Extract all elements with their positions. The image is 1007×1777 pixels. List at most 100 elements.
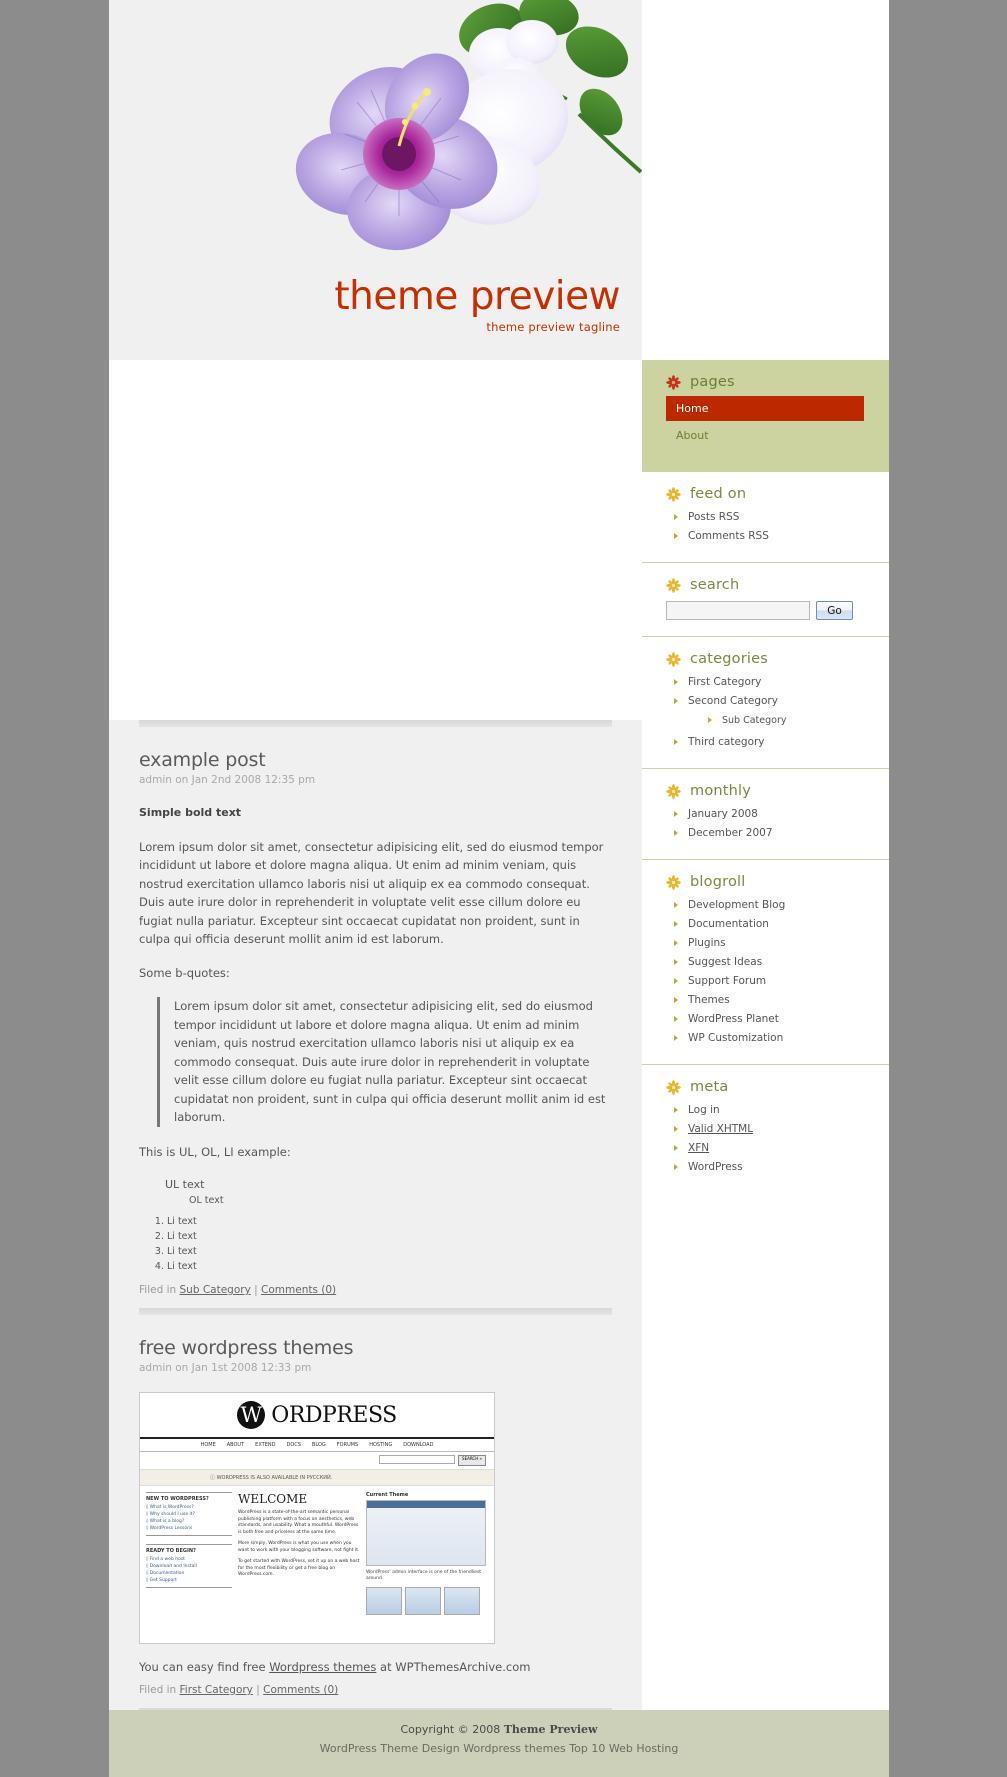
list-item[interactable]: Sub Category	[706, 711, 889, 730]
list-item[interactable]: Development Blog	[672, 896, 889, 915]
wp-theme-tiles	[366, 1587, 486, 1615]
list-item[interactable]: Second Category Sub Category	[672, 692, 889, 733]
blogroll-link-documentation[interactable]: Documentation	[688, 918, 769, 930]
page-item-home[interactable]: Home	[666, 396, 889, 421]
list-item[interactable]: WP Customization	[672, 1029, 889, 1048]
list-item[interactable]: Valid XHTML	[672, 1120, 889, 1139]
arrow-bullet-icon	[674, 830, 678, 836]
blogroll-link-support-forum[interactable]: Support Forum	[688, 975, 766, 987]
site-header: theme preview theme preview tagline	[109, 0, 642, 360]
blogroll-link-development-blog[interactable]: Development Blog	[688, 899, 785, 911]
search-input[interactable]	[666, 601, 810, 620]
star-icon	[666, 486, 681, 502]
sidebar-heading-label: pages	[690, 374, 735, 390]
wp-right-column: Current Theme WordPress' admin interface…	[366, 1492, 486, 1615]
arrow-bullet-icon	[674, 739, 678, 745]
meta-link-valid-xhtml[interactable]: Valid XHTML	[688, 1123, 753, 1135]
sidebar-heading-feed: feed on	[666, 486, 889, 502]
categories-list: First Category Second Category Sub Categ…	[666, 673, 889, 752]
category-link-third[interactable]: Third category	[688, 736, 765, 748]
archive-link-dec-2007[interactable]: December 2007	[688, 827, 773, 839]
sidebar-heading-meta: meta	[666, 1079, 889, 1095]
list-item[interactable]: Posts RSS	[672, 508, 889, 527]
wp-thumb-caption: WordPress' admin interface is one of the…	[366, 1570, 482, 1581]
sidebar-section-search: search Go	[642, 563, 889, 637]
list-item[interactable]: XFN	[672, 1139, 889, 1158]
sidebar-heading-label: feed on	[690, 486, 747, 502]
blogroll-link-themes[interactable]: Themes	[688, 994, 730, 1006]
list-item[interactable]: WordPress	[672, 1158, 889, 1177]
ul-item: UL text	[165, 1178, 205, 1191]
page-item-about[interactable]: About	[666, 423, 889, 448]
filed-category-link[interactable]: First Category	[180, 1684, 253, 1696]
feed-link-comments[interactable]: Comments RSS	[688, 530, 769, 542]
feed-link-posts[interactable]: Posts RSS	[688, 511, 739, 523]
list-item[interactable]: Comments RSS	[672, 527, 889, 546]
blockquote-text: Lorem ipsum dolor sit amet, consectetur …	[174, 999, 606, 1124]
wp-nav-item: HOME	[200, 1442, 216, 1448]
list-item[interactable]: First Category	[672, 673, 889, 692]
page-link-home[interactable]: Home	[666, 396, 864, 421]
wp-wordmark: ORDPRESS	[271, 1402, 397, 1428]
category-link-sub[interactable]: Sub Category	[722, 715, 787, 726]
arrow-bullet-icon	[674, 1164, 678, 1170]
site-wrapper: theme preview theme preview tagline page…	[109, 0, 889, 1777]
category-link-second[interactable]: Second Category	[688, 695, 778, 707]
footer-copyright: Copyright © 2008 Theme Preview	[109, 1723, 889, 1736]
filed-in-label: Filed in	[139, 1284, 177, 1296]
wp-middle-column: WELCOME WordPress is a state-of-the-art …	[238, 1492, 360, 1615]
post-title[interactable]: free wordpress themes	[139, 1337, 612, 1359]
search-form: Go	[666, 601, 889, 620]
sidebar-section-blogroll: blogroll Development Blog Documentation …	[642, 860, 889, 1065]
arrow-bullet-icon	[674, 1126, 678, 1132]
list-item[interactable]: Documentation	[672, 915, 889, 934]
post-paragraph: Lorem ipsum dolor sit amet, consectetur …	[139, 839, 604, 947]
sidebar-heading-label: blogroll	[690, 874, 746, 890]
site-tagline: theme preview tagline	[486, 320, 620, 334]
site-title[interactable]: theme preview	[334, 276, 620, 318]
sidebar-heading-label: search	[690, 577, 740, 593]
category-link-first[interactable]: First Category	[688, 676, 761, 688]
arrow-bullet-icon	[674, 533, 678, 539]
list-item[interactable]: December 2007	[672, 824, 889, 843]
arrow-bullet-icon	[708, 717, 712, 723]
meta-link-login[interactable]: Log in	[688, 1104, 720, 1116]
list-item[interactable]: Support Forum	[672, 972, 889, 991]
wp-main-area: NEW TO WORDPRESS? ◊ What is WordPress? ◊…	[140, 1486, 494, 1621]
wp-search-bar: SEARCH »	[140, 1452, 494, 1470]
filed-category-link[interactable]: Sub Category	[180, 1284, 251, 1296]
sidebar-section-categories: categories First Category Second Categor…	[642, 637, 889, 769]
search-go-button[interactable]: Go	[816, 601, 853, 620]
list-intro: This is UL, OL, LI example:	[139, 1144, 291, 1159]
list-item[interactable]: Themes	[672, 991, 889, 1010]
meta-link-xfn[interactable]: XFN	[688, 1142, 709, 1154]
blogroll-link-wp-customization[interactable]: WP Customization	[688, 1032, 783, 1044]
wp-box-title: READY TO BEGIN?	[146, 1548, 196, 1554]
blogroll-link-plugins[interactable]: Plugins	[688, 937, 726, 949]
wp-theme-tile	[366, 1587, 402, 1615]
caption-before: You can easy find free	[139, 1660, 270, 1674]
list-item[interactable]: Suggest Ideas	[672, 953, 889, 972]
arrow-bullet-icon	[674, 940, 678, 946]
sidebar-section-pages: pages Home About	[642, 360, 889, 472]
archive-link-jan-2008[interactable]: January 2008	[688, 808, 758, 820]
list-item[interactable]: Plugins	[672, 934, 889, 953]
sidebar-heading-label: meta	[690, 1079, 729, 1095]
page-link-about[interactable]: About	[666, 423, 864, 448]
blogroll-link-wordpress-planet[interactable]: WordPress Planet	[688, 1013, 779, 1025]
post-footer-meta: Filed in First Category | Comments (0)	[139, 1684, 612, 1708]
post-title[interactable]: example post	[139, 749, 612, 771]
post-title-link[interactable]: example post	[139, 749, 266, 771]
meta-link-wordpress[interactable]: WordPress	[688, 1161, 743, 1173]
list-item[interactable]: January 2008	[672, 805, 889, 824]
list-item[interactable]: Log in	[672, 1101, 889, 1120]
comments-link[interactable]: Comments (0)	[263, 1684, 338, 1696]
blogroll-link-suggest-ideas[interactable]: Suggest Ideas	[688, 956, 762, 968]
wp-language-banner: ⓘ WORDPRESS IS ALSO AVAILABLE IN РУССКИЙ…	[140, 1470, 494, 1486]
list-item[interactable]: Third category	[672, 733, 889, 752]
pages-menu: Home About	[666, 396, 889, 448]
caption-link[interactable]: Wordpress themes	[269, 1660, 376, 1674]
post-title-link[interactable]: free wordpress themes	[139, 1337, 353, 1359]
list-item[interactable]: WordPress Planet	[672, 1010, 889, 1029]
comments-link[interactable]: Comments (0)	[261, 1284, 336, 1296]
